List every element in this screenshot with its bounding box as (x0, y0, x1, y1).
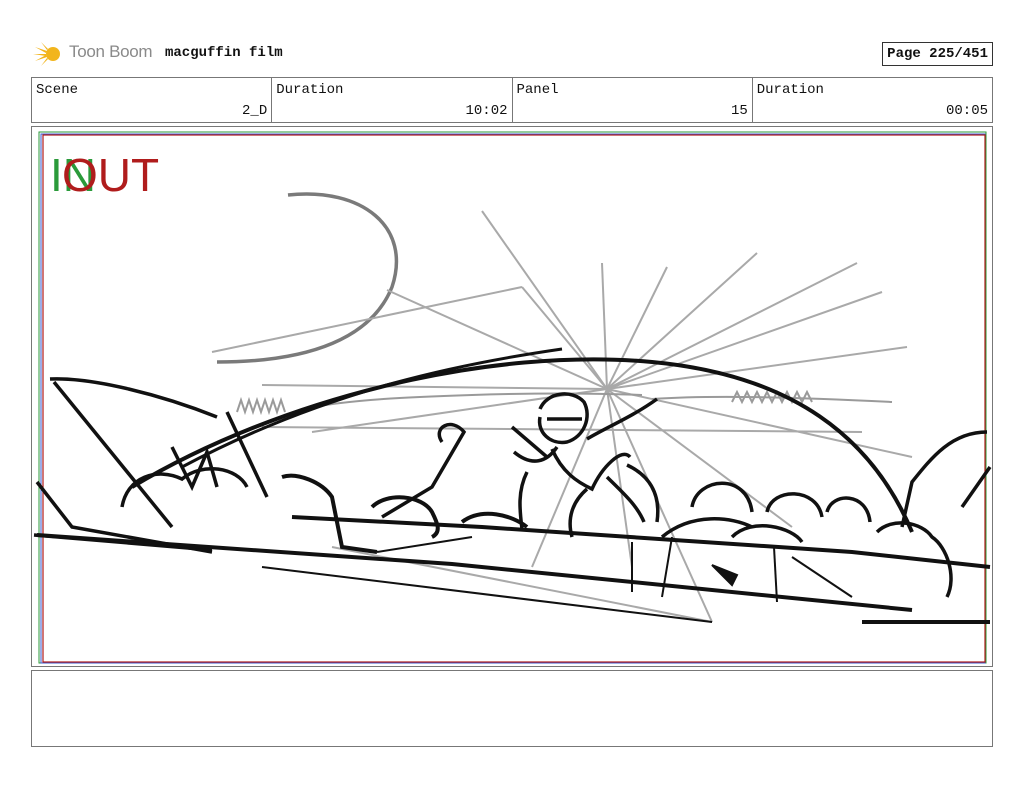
panel-number-cell: Panel 15 (513, 78, 753, 122)
project-title: macguffin film (165, 45, 283, 61)
panel-drawing-frame: IN OUT (31, 126, 993, 667)
scene-value: 2_D (242, 103, 268, 119)
panel-value: 15 (730, 103, 748, 119)
storyboard-header: Toon Boom macguffin film Page 225/451 (31, 36, 993, 70)
panel-info-row: Scene 2_D Duration 10:02 Panel 15 Durati… (31, 77, 993, 123)
toon-boom-logo-icon (33, 42, 60, 66)
brand-name: Toon Boom (69, 42, 153, 61)
out-marker: OUT (62, 149, 159, 201)
scene-duration-cell: Duration 10:02 (272, 78, 513, 122)
panel-label: Panel (516, 82, 559, 98)
panel-duration-label: Duration (756, 82, 824, 98)
panel-duration-value: 00:05 (945, 103, 988, 119)
scene-label: Scene (36, 82, 79, 98)
page-indicator: Page 225/451 (882, 42, 993, 66)
scene-duration-label: Duration (276, 82, 344, 98)
panel-notes-box (31, 670, 993, 747)
scene-cell: Scene 2_D (32, 78, 273, 122)
scene-duration-value: 10:02 (465, 103, 508, 119)
storyboard-sketch: IN OUT (33, 131, 992, 664)
panel-duration-cell: Duration 00:05 (753, 78, 992, 122)
